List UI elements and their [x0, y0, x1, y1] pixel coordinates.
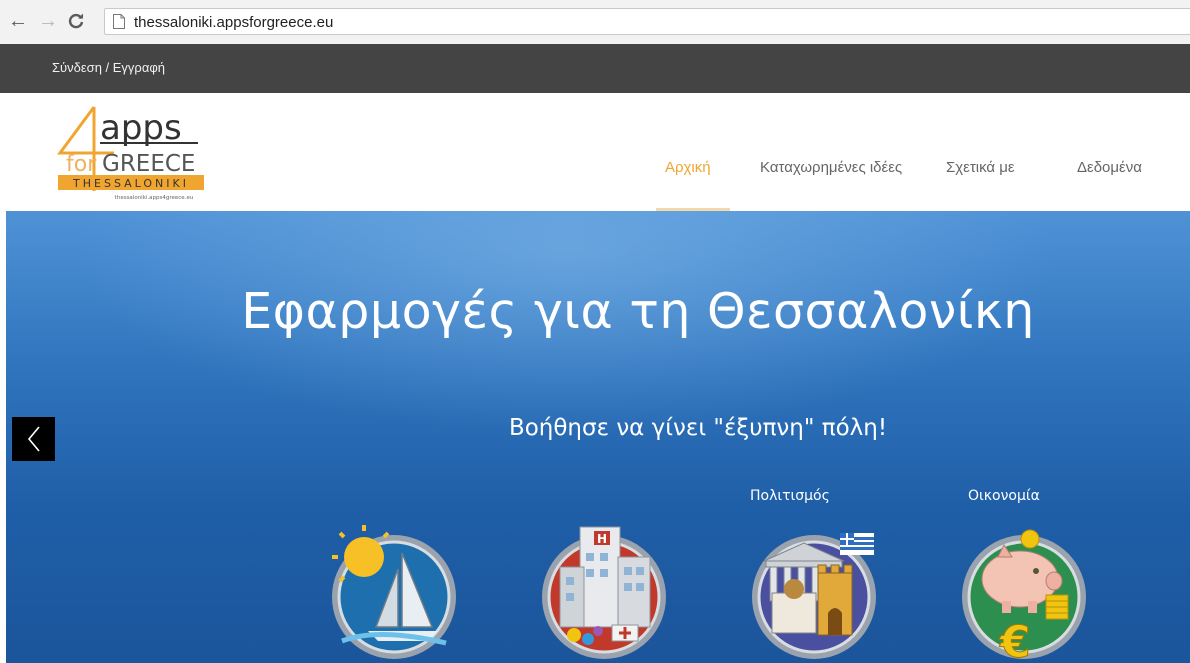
login-register-link[interactable]: Σύνδεση / Εγγραφή: [52, 60, 165, 75]
hero-slider: Εφαρμογές για τη Θεσσαλονίκη Βοήθησε να …: [6, 211, 1190, 663]
reload-icon: [68, 13, 84, 29]
reload-button[interactable]: [66, 8, 86, 34]
forward-button[interactable]: →: [38, 8, 58, 34]
svg-text:GREECE: GREECE: [102, 151, 195, 177]
sailboat-sun-icon[interactable]: [328, 517, 460, 663]
back-button[interactable]: ←: [8, 8, 28, 34]
svg-text:for: for: [66, 152, 97, 177]
hero-subtitle: Βοήθησε να γίνει "έξυπνη" πόλη!: [508, 415, 888, 441]
site-header: apps for GREECE THESSALONIKI thessalonik…: [0, 93, 1190, 211]
browser-toolbar: ← → thessaloniki.appsforgreece.eu: [0, 0, 1190, 45]
svg-text:THESSALONIKI: THESSALONIKI: [72, 177, 189, 190]
apps4greece-logo[interactable]: apps for GREECE THESSALONIKI thessalonik…: [56, 101, 206, 211]
culture-monuments-icon[interactable]: [748, 517, 880, 663]
category-label-culture: Πολιτισμός: [750, 488, 830, 504]
address-bar[interactable]: thessaloniki.appsforgreece.eu: [104, 8, 1190, 35]
svg-text:thessaloniki.apps4greece.eu: thessaloniki.apps4greece.eu: [115, 195, 194, 201]
nav-data[interactable]: Δεδομένα: [1077, 159, 1142, 176]
svg-text:€: €: [999, 617, 1031, 663]
hospital-icon[interactable]: H: [538, 517, 670, 663]
chevron-left-icon: [27, 426, 40, 452]
nav-about[interactable]: Σχετικά με: [946, 159, 1015, 176]
hero-title: Εφαρμογές για τη Θεσσαλονίκη: [241, 283, 1035, 340]
nav-home[interactable]: Αρχική: [665, 159, 711, 176]
page-icon: [113, 14, 125, 29]
slider-prev-button[interactable]: [12, 417, 55, 461]
svg-text:H: H: [597, 532, 607, 546]
nav-submitted-ideas[interactable]: Καταχωρημένες ιδέες: [760, 159, 902, 176]
category-label-economy: Οικονομία: [968, 488, 1040, 504]
top-bar: Σύνδεση / Εγγραφή: [0, 44, 1190, 93]
url-text: thessaloniki.appsforgreece.eu: [134, 14, 334, 31]
piggy-bank-euro-icon[interactable]: €: [958, 517, 1090, 663]
